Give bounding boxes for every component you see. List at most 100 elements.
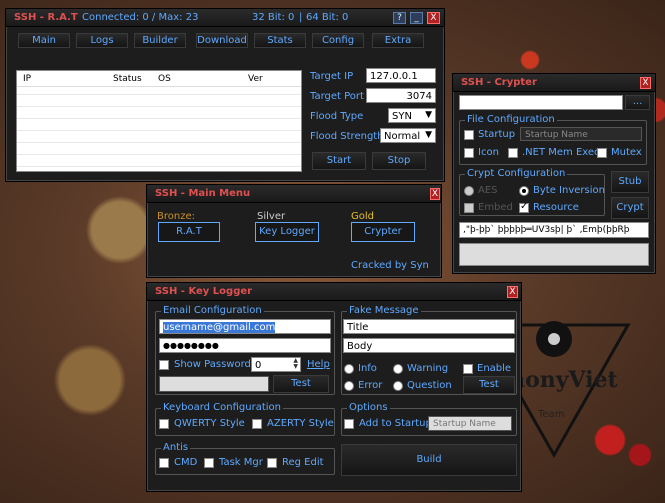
help-link[interactable]: Help	[307, 359, 330, 370]
startup-name-input[interactable]: Startup Name	[520, 127, 642, 141]
crypter-titlebar[interactable]: SSH - Crypter X	[453, 74, 655, 92]
column-ver[interactable]: Ver	[248, 74, 263, 84]
crypt-button[interactable]: Crypt	[611, 197, 649, 219]
qwerty-label: QWERTY Style	[174, 418, 245, 429]
azerty-label: AZERTY Style	[267, 418, 334, 429]
password-field[interactable]: ●●●●●●●●	[159, 338, 331, 353]
crypter-button[interactable]: Crypter	[351, 222, 415, 242]
reg-edit-checkbox[interactable]	[267, 458, 277, 468]
main-menu-title: SSH - Main Menu	[155, 188, 251, 199]
startup-label: Startup	[478, 129, 516, 140]
rat-button[interactable]: R.A.T	[158, 222, 220, 242]
key-logger-titlebar[interactable]: SSH - Key Logger X	[147, 283, 521, 301]
column-ip[interactable]: IP	[23, 74, 31, 84]
stepper-arrows-icon[interactable]: ▲ ▼	[293, 358, 298, 370]
show-password-checkbox[interactable]	[159, 360, 169, 370]
net-mem-exec-checkbox[interactable]	[508, 148, 518, 158]
tab-config[interactable]: Config	[312, 33, 364, 48]
flood-type-value: SYN	[392, 111, 412, 122]
rat-window: SSH - R.A.T Connected: 0 / Max: 23 32 Bi…	[5, 8, 445, 182]
azerty-checkbox[interactable]	[252, 419, 262, 429]
build-label: Build	[416, 454, 442, 465]
startup-checkbox[interactable]	[464, 130, 474, 140]
client-list-header: IP Status OS Ver	[17, 71, 301, 87]
tab-builder[interactable]: Builder	[134, 33, 186, 48]
byte-inversion-radio[interactable]	[519, 186, 529, 196]
browse-button[interactable]: ...	[625, 95, 650, 110]
file-path-input[interactable]	[459, 95, 623, 110]
aes-radio[interactable]	[464, 186, 474, 196]
tab-extra[interactable]: Extra	[372, 33, 424, 48]
icon-checkbox[interactable]	[464, 148, 474, 158]
bits64-count: 64 Bit: 0	[306, 12, 349, 23]
tab-logs[interactable]: Logs	[76, 33, 128, 48]
bits-separator: |	[299, 12, 303, 23]
interval-stepper[interactable]: 0 ▲ ▼	[251, 357, 301, 372]
resource-label: Resource	[533, 202, 579, 213]
crypter-title: SSH - Crypter	[461, 77, 537, 88]
info-radio[interactable]	[344, 364, 354, 374]
error-label: Error	[358, 380, 383, 391]
test-email-input[interactable]	[159, 376, 269, 392]
error-radio[interactable]	[344, 381, 354, 391]
flood-type-label: Flood Type	[310, 111, 364, 122]
main-menu-titlebar[interactable]: SSH - Main Menu X	[147, 185, 441, 203]
chevron-down-icon: ▼	[425, 110, 432, 120]
close-button[interactable]: X	[427, 12, 440, 24]
mutex-checkbox[interactable]	[597, 148, 607, 158]
cmd-checkbox[interactable]	[159, 458, 169, 468]
encryption-key-field[interactable]: ,"þ-þþ` þþþþþ═UV3sþ| þ` ,Emþ(þþRþ	[459, 222, 649, 238]
key-logger-button[interactable]: Key Logger	[255, 222, 319, 242]
keyboard-configuration-label: Keyboard Configuration	[161, 402, 284, 413]
net-mem-exec-label: .NET Mem Exec	[522, 147, 600, 158]
key-logger-title: SSH - Key Logger	[155, 286, 253, 297]
email-field[interactable]: username@gmail.com	[159, 319, 331, 334]
tab-download[interactable]: Download	[196, 33, 248, 48]
rat-button-label: R.A.T	[176, 226, 202, 237]
start-button[interactable]: Start	[312, 152, 366, 170]
task-mgr-label: Task Mgr	[219, 457, 263, 468]
help-button[interactable]: ?	[393, 12, 406, 24]
add-to-startup-label: Add to Startup	[359, 418, 432, 429]
fake-message-title-input[interactable]: Title	[343, 319, 515, 334]
client-list[interactable]: IP Status OS Ver	[16, 70, 302, 172]
column-status[interactable]: Status	[113, 74, 142, 84]
flood-type-select[interactable]: SYN ▼	[388, 108, 436, 123]
tab-main[interactable]: Main	[18, 33, 70, 48]
target-port-input[interactable]: 3074	[366, 88, 436, 103]
minimize-button[interactable]: _	[410, 12, 423, 24]
flood-strength-select[interactable]: Normal ▼	[380, 128, 436, 143]
reg-edit-label: Reg Edit	[282, 457, 324, 468]
stub-button[interactable]: Stub	[611, 171, 649, 193]
build-button[interactable]: Build	[341, 444, 517, 476]
stub-label: Stub	[618, 176, 642, 187]
resource-checkbox[interactable]	[519, 201, 529, 213]
startup-name-input[interactable]: Startup Name	[428, 416, 512, 431]
enable-checkbox[interactable]	[463, 364, 473, 374]
qwerty-checkbox[interactable]	[159, 419, 169, 429]
stop-button[interactable]: Stop	[372, 152, 426, 170]
aes-label: AES	[478, 185, 498, 196]
stop-label: Stop	[387, 155, 411, 166]
column-os[interactable]: OS	[158, 74, 171, 84]
tab-stats[interactable]: Stats	[254, 33, 306, 48]
close-button[interactable]: X	[430, 188, 440, 200]
test-message-button[interactable]: Test	[463, 376, 515, 394]
test-message-label: Test	[479, 379, 499, 390]
close-button[interactable]: X	[640, 77, 651, 89]
main-menu-window: SSH - Main Menu X Bronze: Silver Gold R.…	[146, 184, 442, 278]
fake-message-body-input[interactable]: Body	[343, 338, 515, 353]
question-radio[interactable]	[393, 381, 403, 391]
close-button[interactable]: X	[507, 286, 518, 298]
email-configuration-label: Email Configuration	[161, 305, 264, 316]
rat-titlebar[interactable]: SSH - R.A.T Connected: 0 / Max: 23 32 Bi…	[6, 9, 444, 27]
task-mgr-checkbox[interactable]	[204, 458, 214, 468]
embed-checkbox[interactable]	[464, 203, 474, 213]
rat-title: SSH - R.A.T	[14, 12, 78, 23]
add-to-startup-checkbox[interactable]	[344, 419, 354, 429]
fake-message-label: Fake Message	[347, 305, 421, 316]
target-ip-input[interactable]: 127.0.0.1	[366, 68, 436, 83]
warning-radio[interactable]	[393, 364, 403, 374]
test-email-button[interactable]: Test	[273, 375, 329, 393]
rat-tabbar: Main Logs Builder Download Stats Config …	[6, 28, 446, 54]
